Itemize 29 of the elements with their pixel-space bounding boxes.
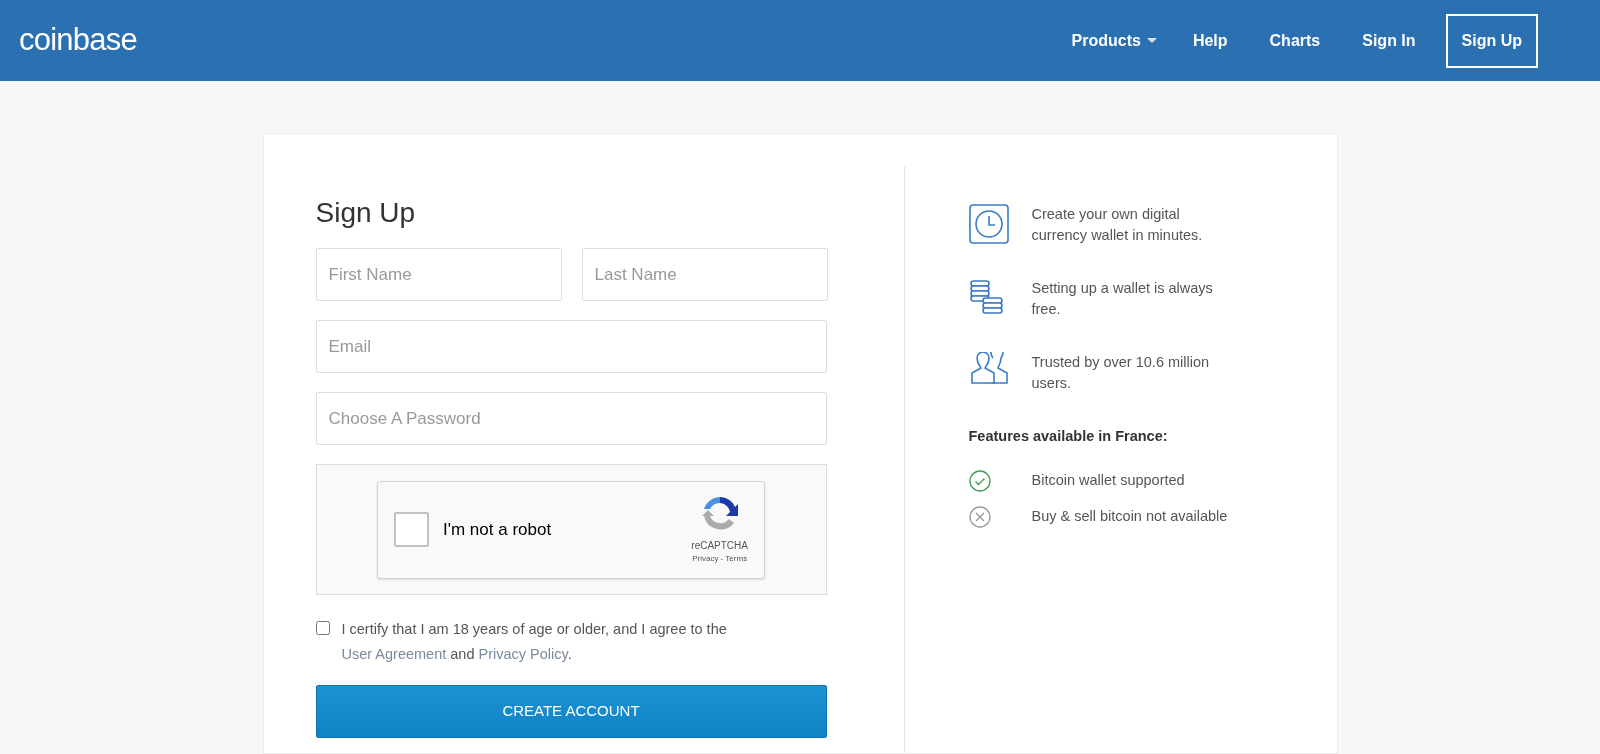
- feature-text: Bitcoin wallet supported: [1031, 470, 1185, 490]
- privacy-policy-link[interactable]: Privacy Policy: [478, 646, 568, 662]
- products-menu[interactable]: Products: [1059, 14, 1169, 67]
- benefit-text: Trusted by over 10.6 million users.: [1031, 353, 1211, 393]
- captcha-checkbox[interactable]: [394, 512, 429, 547]
- logo[interactable]: coinbase: [19, 17, 137, 64]
- terms-text: I certify that I am 18 years of age or older, and I agree to the User Agreement and Privacy Policy.: [341, 620, 728, 664]
- input-field[interactable]: Email: [315, 320, 827, 373]
- create-account-button[interactable]: CREATE ACCOUNT: [315, 685, 827, 738]
- input-field[interactable]: Last Name: [581, 248, 828, 301]
- benefit-text: Setting up a wallet is always free.: [1031, 279, 1214, 319]
- caret-icon: [1146, 38, 1157, 43]
- form-title: Sign Up: [315, 196, 417, 230]
- nav-link[interactable]: Charts: [1251, 14, 1339, 67]
- sign-up-button[interactable]: Sign Up: [1445, 13, 1538, 68]
- input-field[interactable]: First Name: [315, 248, 562, 301]
- captcha-label: I'm not a robot: [443, 518, 553, 541]
- benefit-text: Create your own digital currency wallet in minutes.: [1031, 205, 1204, 245]
- nav-link[interactable]: Sign In: [1344, 14, 1434, 67]
- recaptcha-links[interactable]: Privacy - Terms: [692, 553, 748, 565]
- features-title: Features available in France:: [968, 427, 1169, 446]
- input-field[interactable]: Choose A Password: [315, 392, 827, 445]
- nav-link[interactable]: Help: [1174, 14, 1246, 67]
- coins-icon: [968, 278, 1005, 314]
- feature-text: Buy & sell bitcoin not available: [1031, 506, 1228, 526]
- terms-checkbox[interactable]: [315, 621, 330, 635]
- recaptcha-brand: reCAPTCHA: [691, 539, 748, 553]
- user-agreement-link[interactable]: User Agreement: [341, 646, 447, 662]
- clock-icon: [968, 204, 1009, 244]
